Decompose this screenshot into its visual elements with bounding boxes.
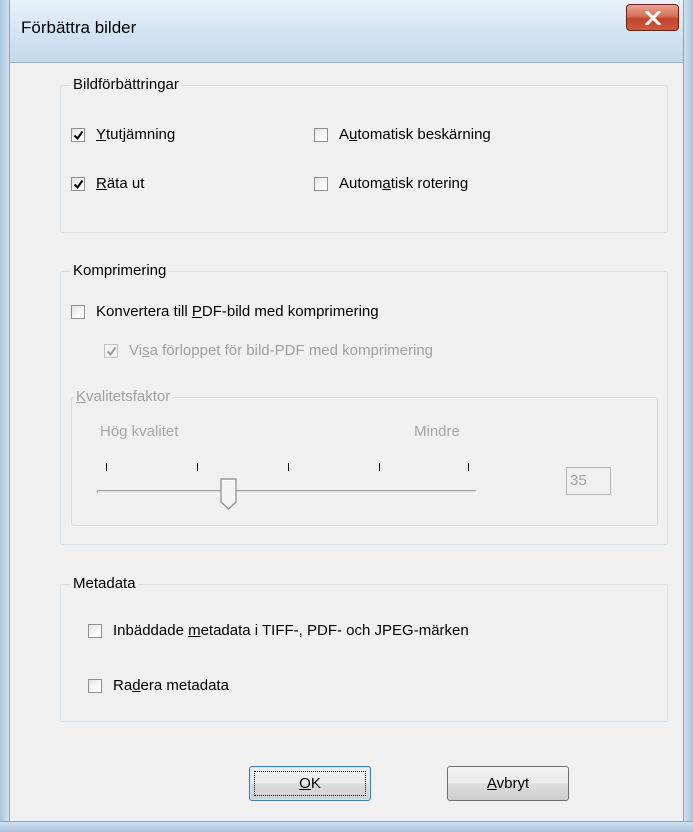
auto-crop-label: Automatisk beskärning bbox=[339, 126, 491, 143]
checkbox-box bbox=[314, 128, 328, 142]
slider-tick bbox=[288, 463, 289, 471]
auto-rotate-checkbox[interactable]: Automatisk rotering bbox=[314, 175, 468, 193]
slider-tick bbox=[106, 463, 107, 471]
show-progress-checkbox[interactable]: Visa förloppet för bild-PDF med komprime… bbox=[104, 342, 433, 360]
cancel-label: Avbryt bbox=[486, 775, 530, 792]
high-quality-label: Hög kvalitet bbox=[100, 423, 179, 440]
checkbox-box bbox=[88, 679, 102, 693]
embedded-metadata-label: Inbäddade metadata i TIFF-, PDF- och JPE… bbox=[113, 622, 469, 639]
deskew-checkbox[interactable]: Räta ut bbox=[71, 175, 144, 193]
show-progress-label: Visa förloppet för bild-PDF med komprime… bbox=[129, 342, 434, 359]
window-frame-right bbox=[683, 0, 693, 832]
auto-rotate-label: Automatisk rotering bbox=[339, 175, 469, 192]
close-button[interactable] bbox=[626, 4, 679, 31]
checkbox-box bbox=[314, 177, 328, 191]
checkbox-box bbox=[71, 177, 85, 191]
convert-pdf-label: Konvertera till PDF-bild med komprimerin… bbox=[96, 303, 379, 320]
auto-crop-checkbox[interactable]: Automatisk beskärning bbox=[314, 126, 491, 144]
slider-tick bbox=[197, 463, 198, 471]
slider-tick bbox=[468, 463, 469, 471]
delete-metadata-checkbox[interactable]: Radera metadata bbox=[88, 677, 229, 695]
metadata-group: Metadata bbox=[60, 575, 668, 722]
quality-legend: Kvalitetsfaktor bbox=[74, 388, 173, 406]
quality-slider-thumb[interactable] bbox=[220, 478, 238, 510]
quality-value-field[interactable]: 35 bbox=[566, 467, 611, 495]
smoothing-label: Ytutjämning bbox=[96, 126, 176, 143]
delete-metadata-label: Radera metadata bbox=[113, 677, 229, 694]
metadata-legend: Metadata bbox=[71, 575, 138, 593]
smaller-label: Mindre bbox=[414, 423, 460, 440]
quality-group: Kvalitetsfaktor bbox=[71, 388, 658, 526]
checkmark-icon bbox=[73, 179, 84, 190]
window-frame-bottom bbox=[0, 821, 693, 832]
title-bar[interactable]: Förbättra bilder bbox=[0, 0, 693, 63]
focus-rect bbox=[254, 771, 366, 796]
convert-pdf-checkbox[interactable]: Konvertera till PDF-bild med komprimerin… bbox=[71, 303, 379, 321]
slider-tick bbox=[379, 463, 380, 471]
window-frame-left bbox=[0, 0, 10, 832]
checkmark-icon bbox=[73, 130, 84, 141]
cancel-button[interactable]: Avbryt bbox=[447, 766, 569, 801]
checkmark-icon bbox=[106, 346, 117, 357]
deskew-label: Räta ut bbox=[96, 175, 145, 192]
dialog-window: Förbättra bilder Bildförbättringar Ytutj… bbox=[0, 0, 693, 832]
compression-legend: Komprimering bbox=[71, 262, 169, 280]
embedded-metadata-checkbox[interactable]: Inbäddade metadata i TIFF-, PDF- och JPE… bbox=[88, 622, 469, 640]
window-title: Förbättra bilder bbox=[21, 18, 137, 37]
ok-button[interactable]: OK bbox=[249, 766, 371, 801]
close-x-icon bbox=[645, 11, 661, 25]
smoothing-checkbox[interactable]: Ytutjämning bbox=[71, 126, 175, 144]
enhancements-legend: Bildförbättringar bbox=[71, 76, 181, 94]
quality-slider-track[interactable] bbox=[97, 490, 477, 494]
checkbox-box bbox=[104, 344, 118, 358]
checkbox-box bbox=[88, 624, 102, 638]
enhancements-group: Bildförbättringar bbox=[60, 76, 668, 233]
checkbox-box bbox=[71, 128, 85, 142]
checkbox-box bbox=[71, 305, 85, 319]
